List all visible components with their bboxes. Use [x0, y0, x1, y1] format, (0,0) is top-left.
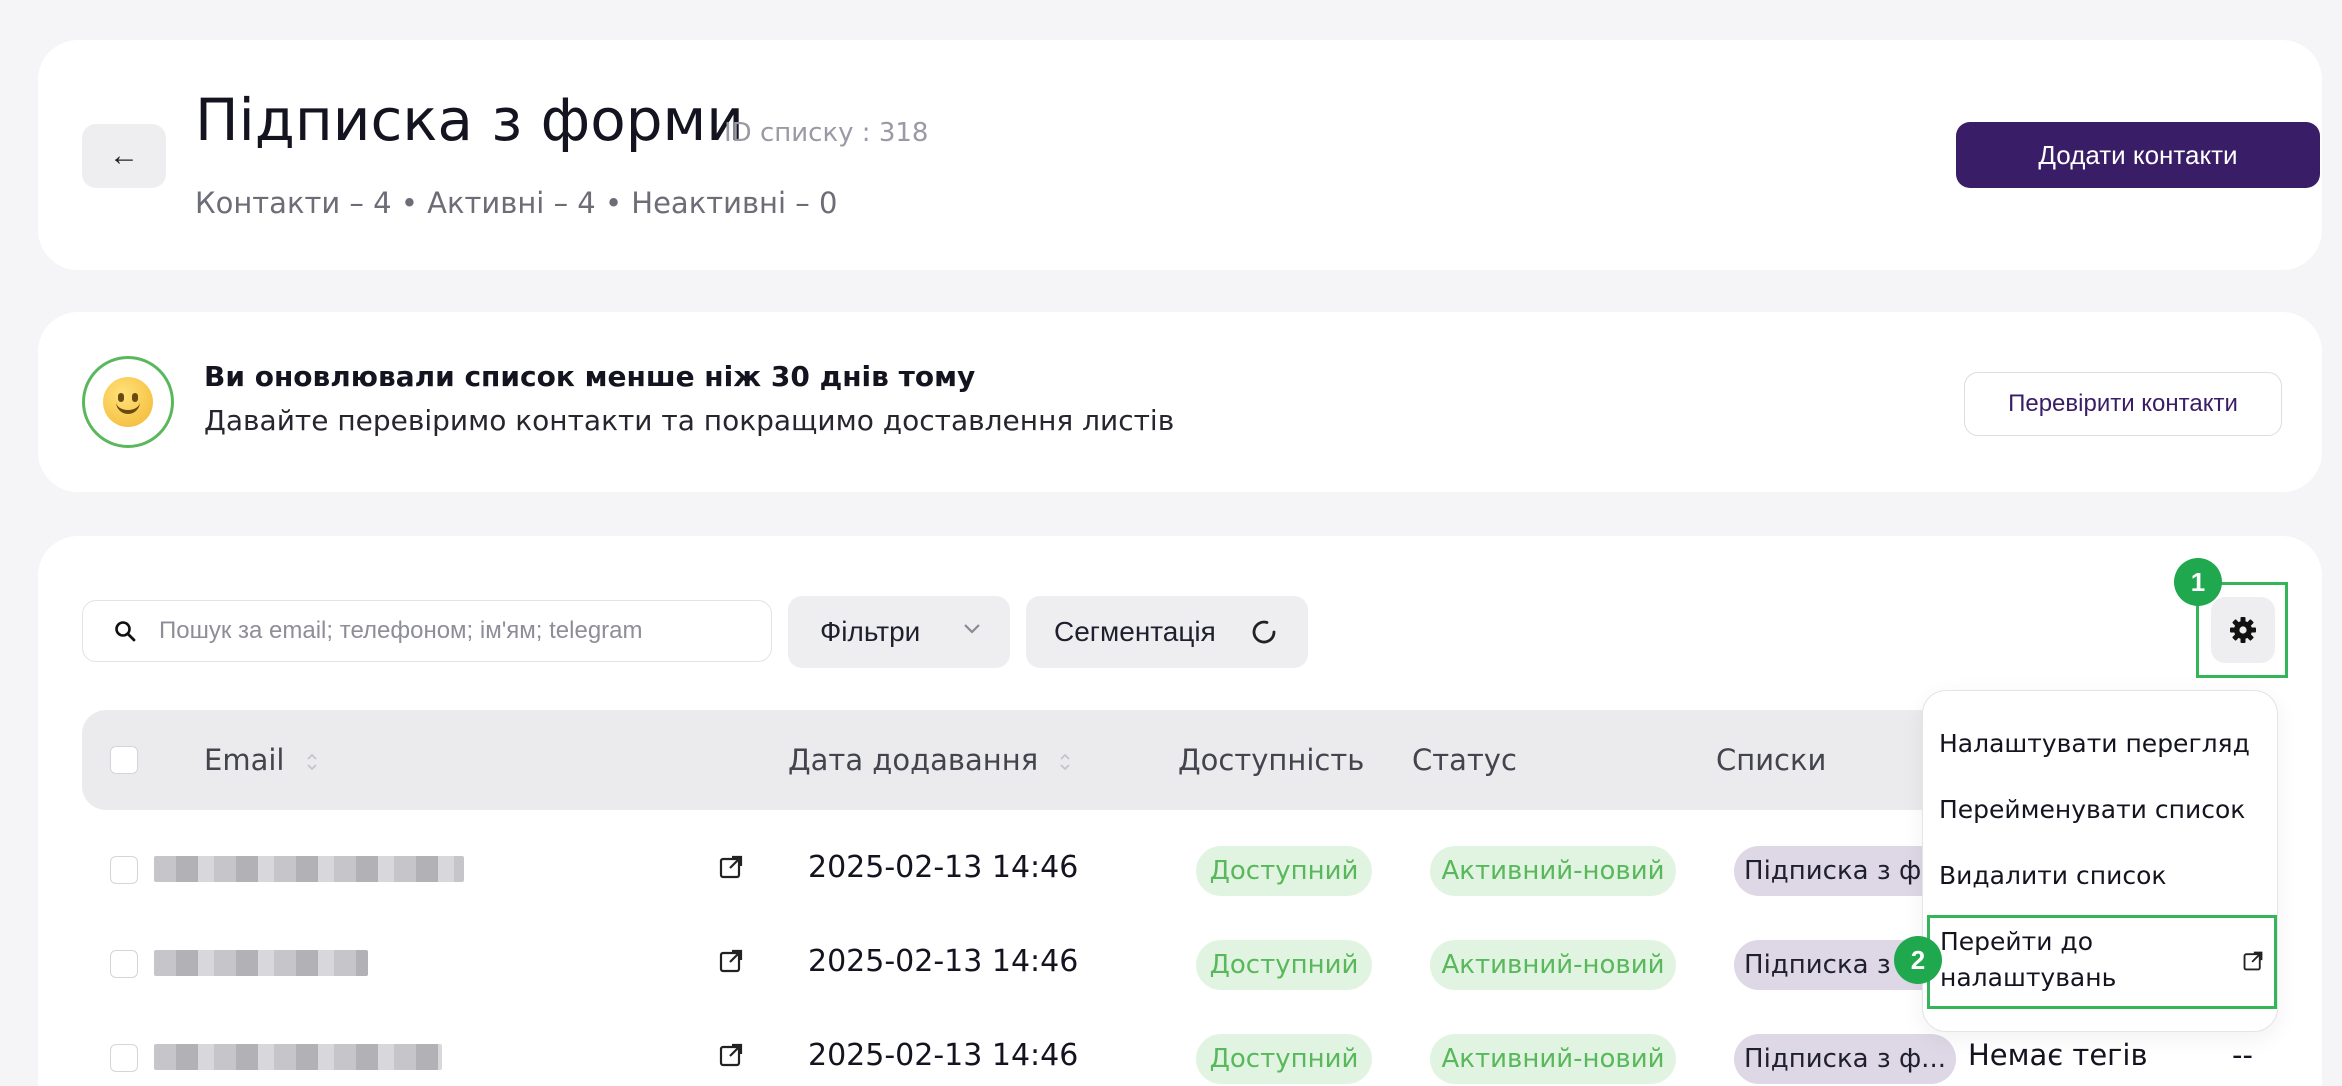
- availability-badge: Доступний: [1196, 846, 1372, 896]
- arrow-left-icon: ←: [109, 139, 139, 172]
- column-date-added[interactable]: Дата додавання: [788, 743, 1071, 777]
- sort-icon: [1060, 753, 1071, 771]
- date-added-cell: 2025-02-13 14:46: [808, 850, 1079, 885]
- refresh-icon: [1252, 620, 1276, 644]
- select-all-checkbox[interactable]: [110, 746, 138, 774]
- search-input[interactable]: [159, 601, 759, 661]
- segmentation-button[interactable]: Сегментація: [1026, 596, 1308, 668]
- row-checkbox[interactable]: [110, 1044, 138, 1072]
- email-redacted: [154, 856, 464, 882]
- column-availability: Доступність: [1178, 743, 1365, 777]
- status-badge: Активний-новий: [1430, 846, 1676, 896]
- sort-icon: [307, 753, 317, 771]
- list-id: ID списку : 318: [724, 118, 929, 148]
- menu-item-rename-list[interactable]: Перейменувати список: [1939, 795, 2245, 824]
- status-badge: Активний-новий: [1430, 1034, 1676, 1084]
- availability-badge: Доступний: [1196, 940, 1372, 990]
- extra-cell: --: [2232, 1038, 2253, 1072]
- filters-label: Фільтри: [820, 616, 921, 647]
- list-badge: Підписка з ф...: [1734, 1034, 1956, 1084]
- menu-item-go-to-settings-label: Перейти до налаштувань: [1940, 927, 2117, 992]
- chevron-down-icon: [964, 624, 980, 634]
- column-email-label: Email: [204, 743, 285, 777]
- column-date-added-label: Дата додавання: [788, 743, 1039, 777]
- column-lists: Списки: [1716, 743, 1827, 777]
- menu-item-go-to-settings[interactable]: Перейти до налаштувань: [1927, 915, 2277, 1009]
- column-status: Статус: [1412, 743, 1517, 777]
- row-checkbox[interactable]: [110, 856, 138, 884]
- external-link-icon[interactable]: [718, 854, 744, 880]
- status-badge: Активний-новий: [1430, 940, 1676, 990]
- list-header-card: ← Підписка з форми ID списку : 318 Конта…: [38, 40, 2322, 270]
- check-contacts-button[interactable]: Перевірити контакти: [1964, 372, 2282, 436]
- external-link-icon[interactable]: [718, 948, 744, 974]
- contact-stats: Контакти – 4 • Активні – 4 • Неактивні –…: [195, 186, 838, 220]
- step-badge-1: 1: [2174, 558, 2222, 606]
- add-contacts-button[interactable]: Додати контакти: [1956, 122, 2320, 188]
- date-added-cell: 2025-02-13 14:46: [808, 944, 1079, 979]
- step-badge-2: 2: [1894, 936, 1942, 984]
- tags-cell: Немає тегів: [1968, 1038, 2148, 1072]
- search-icon: [115, 621, 136, 642]
- notice-subtitle: Давайте перевіримо контакти та покращимо…: [204, 404, 1175, 437]
- gear-icon: [2230, 617, 2256, 643]
- segmentation-label: Сегментація: [1054, 616, 1216, 647]
- page-title: Підписка з форми: [195, 86, 744, 154]
- settings-button[interactable]: [2211, 597, 2275, 663]
- date-added-cell: 2025-02-13 14:46: [808, 1038, 1079, 1073]
- menu-item-configure-view[interactable]: Налаштувати перегляд: [1939, 729, 2250, 758]
- filters-button[interactable]: Фільтри: [788, 596, 1010, 668]
- availability-badge: Доступний: [1196, 1034, 1372, 1084]
- external-link-icon: [2243, 951, 2263, 971]
- search-box: [82, 600, 772, 662]
- smiley-icon: [82, 356, 174, 448]
- update-notice-card: Ви оновлювали список менше ніж 30 днів т…: [38, 312, 2322, 492]
- settings-dropdown-menu: Налаштувати перегляд Перейменувати списо…: [1922, 690, 2278, 1032]
- row-checkbox[interactable]: [110, 950, 138, 978]
- email-redacted: [154, 1044, 442, 1070]
- back-button[interactable]: ←: [82, 124, 166, 188]
- email-redacted: [154, 950, 368, 976]
- external-link-icon[interactable]: [718, 1042, 744, 1068]
- column-email[interactable]: Email: [204, 743, 318, 777]
- notice-title: Ви оновлювали список менше ніж 30 днів т…: [204, 360, 976, 393]
- menu-item-delete-list[interactable]: Видалити список: [1939, 861, 2166, 890]
